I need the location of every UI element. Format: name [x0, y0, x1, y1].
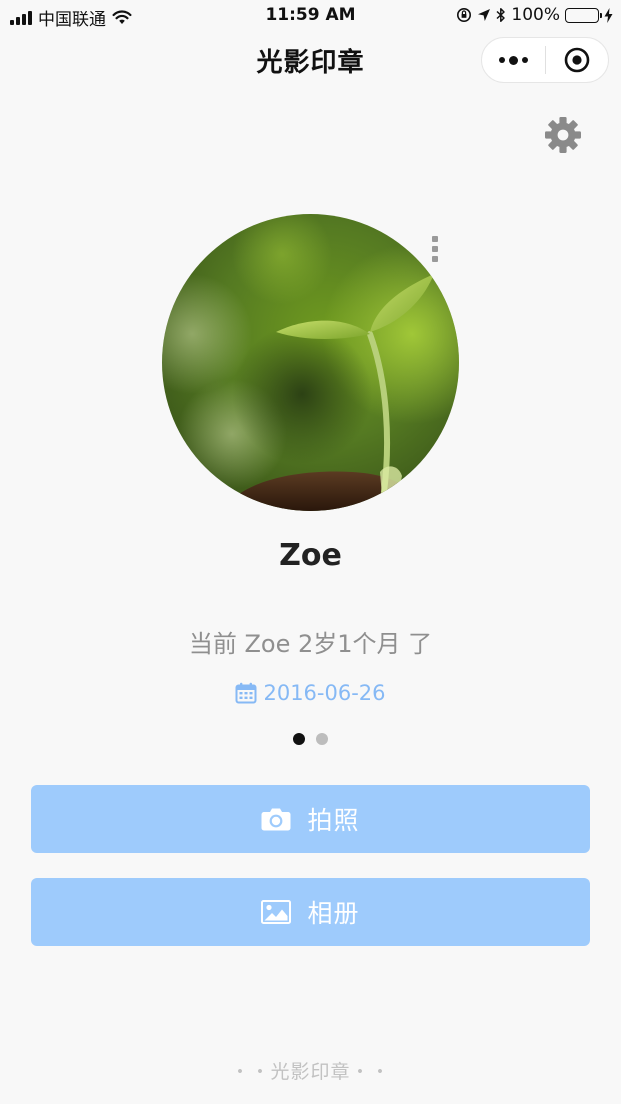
avatar[interactable] — [162, 214, 459, 511]
pager-dot[interactable] — [316, 733, 328, 745]
album-button[interactable]: 相册 — [31, 878, 590, 946]
battery-icon — [565, 7, 602, 23]
gear-icon — [545, 117, 581, 153]
baby-name: Zoe — [279, 538, 342, 573]
camera-icon — [261, 808, 291, 831]
footer-brand: ・・光影印章・・ — [230, 1061, 391, 1083]
take-photo-button[interactable]: 拍照 — [31, 785, 590, 853]
location-arrow-icon — [478, 9, 491, 21]
settings-button[interactable] — [544, 116, 582, 154]
avatar-menu-icon[interactable] — [429, 236, 441, 262]
bluetooth-icon — [496, 8, 506, 22]
take-photo-label: 拍照 — [307, 806, 360, 835]
birth-date[interactable]: 2016-06-26 — [0, 681, 621, 705]
more-dots-icon — [499, 55, 528, 65]
target-circle-icon — [564, 47, 590, 73]
pager-dots — [0, 733, 621, 745]
close-button[interactable] — [546, 38, 608, 82]
charging-bolt-icon — [604, 7, 613, 23]
age-text: 当前 Zoe 2岁1个月 了 — [188, 630, 433, 658]
status-bar: 中国联通 11:59 AM 100% — [0, 0, 621, 32]
pager-dot[interactable] — [293, 733, 305, 745]
mini-program-capsule — [481, 37, 609, 83]
album-label: 相册 — [307, 899, 360, 928]
more-button[interactable] — [482, 38, 545, 82]
image-icon — [261, 900, 292, 924]
battery-percent: 100% — [511, 5, 560, 25]
rotation-lock-icon — [457, 8, 472, 22]
birth-date-label: 2016-06-26 — [263, 681, 386, 705]
status-right: 100% — [456, 5, 613, 25]
sprout-photo — [162, 214, 459, 511]
calendar-icon — [235, 682, 257, 704]
